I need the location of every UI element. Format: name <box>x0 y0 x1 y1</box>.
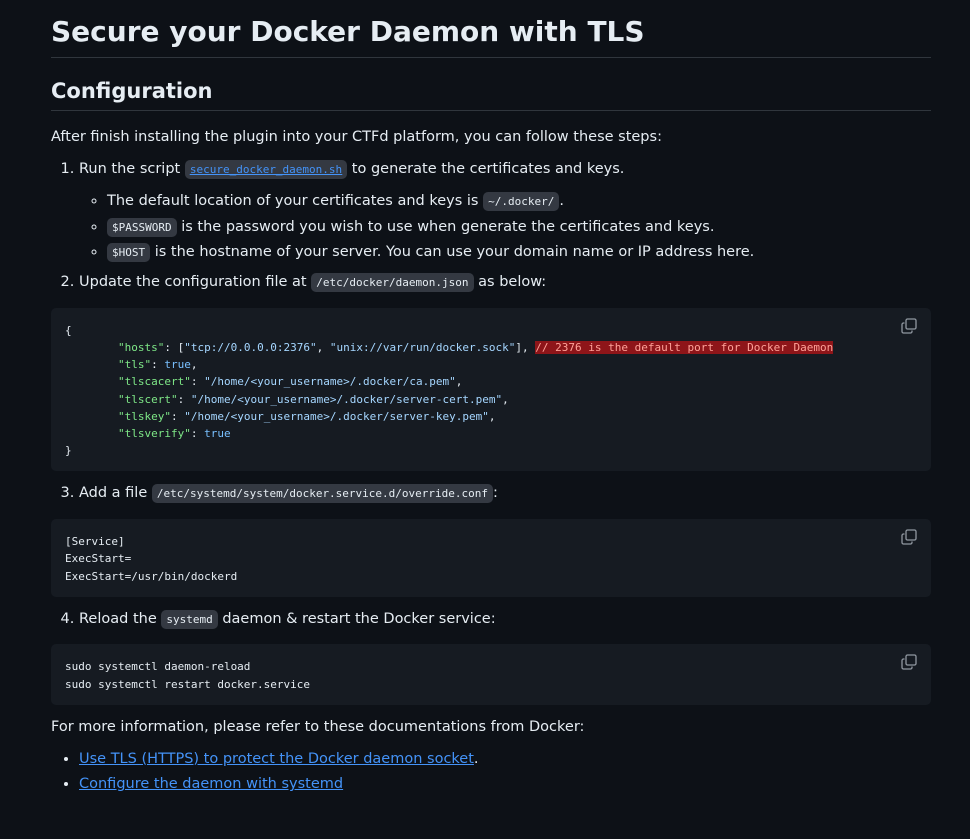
step-3-text-after: : <box>493 485 498 502</box>
script-code[interactable]: secure_docker_daemon.sh <box>184 160 348 179</box>
sub-item-host: $HOST is the hostname of your server. Yo… <box>107 242 931 264</box>
inline-code: ~/.docker/ <box>483 191 560 211</box>
step-3: Add a file /etc/systemd/system/docker.se… <box>51 483 931 597</box>
step-2-text-after: as below: <box>473 274 547 290</box>
json-string: "/home/<your_username>/.docker/server-ke… <box>184 409 489 423</box>
json-string: "unix://var/run/docker.sock" <box>329 340 516 354</box>
json-key: "tlskey" <box>117 409 171 423</box>
json-key: "tlsverify" <box>117 426 191 440</box>
step-2: Update the configuration file at /etc/do… <box>51 272 931 472</box>
systemd-docs-link[interactable]: Configure the daemon with systemd <box>79 776 343 792</box>
copy-icon[interactable] <box>901 654 917 671</box>
json-comment: // 2376 is the default port for Docker D… <box>535 340 834 354</box>
step-1-text-after: to generate the certificates and keys. <box>347 161 625 177</box>
list-item: Use TLS (HTTPS) to protect the Docker da… <box>79 749 931 771</box>
sub-item-password: $PASSWORD is the password you wish to us… <box>107 217 931 239</box>
json-string: "/home/<your_username>/.docker/server-ce… <box>190 392 503 406</box>
override-conf-codeblock[interactable]: [Service] ExecStart= ExecStart=/usr/bin/… <box>51 519 931 597</box>
sub-item-text: is the password you wish to use when gen… <box>176 218 715 235</box>
step-4-text-before: Reload the <box>79 610 162 627</box>
more-info-text: For more information, please refer to th… <box>51 718 585 735</box>
section-heading: Configuration <box>51 58 931 112</box>
json-key: "tlscacert" <box>117 375 191 389</box>
reload-codeblock[interactable]: sudo systemctl daemon-reload sudo system… <box>51 644 931 705</box>
inline-code: $PASSWORD <box>107 217 177 237</box>
sub-item-text: . <box>559 192 564 209</box>
step-1-text-before: Run the script <box>79 161 185 177</box>
sub-item-text: is the hostname of your server. You can … <box>150 244 755 261</box>
sub-item-text: The default location of your certificate… <box>107 192 484 209</box>
code-text: [Service] ExecStart= ExecStart=/usr/bin/… <box>65 535 238 583</box>
step-3-text-before: Add a file <box>79 485 152 502</box>
sub-item-location: The default location of your certificate… <box>107 191 931 213</box>
json-bool: true <box>164 358 191 372</box>
json-key: "hosts" <box>117 340 165 354</box>
link-suffix: . <box>473 750 479 767</box>
json-key: "tlscert" <box>117 392 178 406</box>
docs-links: Use TLS (HTTPS) to protect the Docker da… <box>51 749 931 797</box>
code-text: { <box>65 323 72 337</box>
tls-docs-link[interactable]: Use TLS (HTTPS) to protect the Docker da… <box>79 751 474 767</box>
step-2-text-before: Update the configuration file at <box>79 274 312 290</box>
daemon-json-codeblock[interactable]: { "hosts": ["tcp://0.0.0.0:2376", "unix:… <box>51 307 931 472</box>
json-key: "tls" <box>117 358 152 372</box>
intro-text: After finish installing the plugin into … <box>51 129 662 146</box>
inline-code: /etc/systemd/system/docker.service.d/ove… <box>151 484 494 504</box>
json-bool: true <box>204 426 231 440</box>
inline-code: systemd <box>161 609 218 629</box>
code-text: } <box>65 444 72 458</box>
inline-code: $HOST <box>107 243 151 263</box>
json-string: "/home/<your_username>/.docker/ca.pem" <box>204 375 456 389</box>
copy-icon[interactable] <box>901 529 917 545</box>
json-string: "tcp://0.0.0.0:2376" <box>184 340 317 354</box>
step-4: Reload the systemd daemon & restart the … <box>51 609 931 705</box>
step-1-sublist: The default location of your certificate… <box>79 191 931 264</box>
readme-content: Secure your Docker Daemon with TLS Confi… <box>0 0 970 796</box>
inline-code: /etc/docker/daemon.json <box>311 273 474 292</box>
list-item: Configure the daemon with systemd <box>79 774 931 796</box>
step-4-text-after: daemon & restart the Docker service: <box>217 610 496 627</box>
steps-list: Run the script secure_docker_daemon.sh t… <box>51 159 931 705</box>
copy-icon[interactable] <box>901 318 917 334</box>
page-title: Secure your Docker Daemon with TLS <box>51 0 931 58</box>
script-link[interactable]: secure_docker_daemon.sh <box>184 160 348 179</box>
code-text: sudo systemctl daemon-reload sudo system… <box>65 660 311 691</box>
step-1: Run the script secure_docker_daemon.sh t… <box>79 159 931 264</box>
